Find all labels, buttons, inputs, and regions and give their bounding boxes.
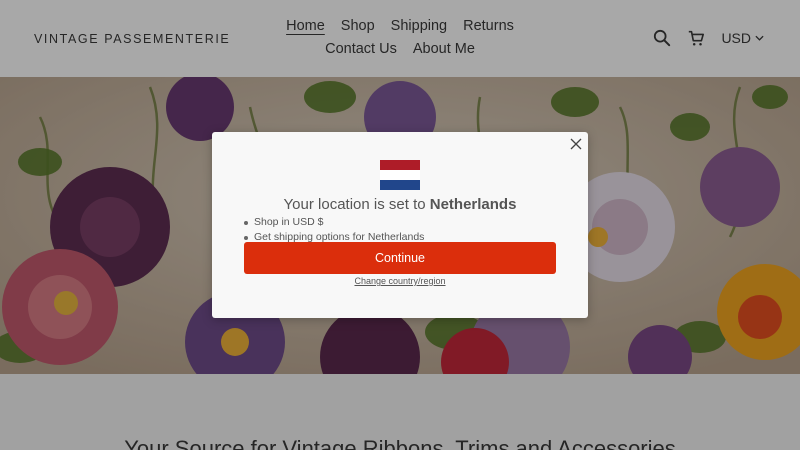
bullet-currency: Shop in USD $: [244, 215, 424, 230]
close-icon[interactable]: [570, 138, 582, 150]
location-title: Your location is set to Netherlands: [283, 196, 517, 213]
modal-bullets: Shop in USD $ Get shipping options for N…: [244, 215, 424, 245]
continue-button[interactable]: Continue: [244, 242, 556, 274]
change-country-link[interactable]: Change country/region: [212, 276, 588, 286]
country-name: Netherlands: [429, 196, 517, 213]
netherlands-flag-icon: [380, 160, 420, 190]
location-modal: Your location is set to Netherlands Shop…: [212, 132, 588, 318]
